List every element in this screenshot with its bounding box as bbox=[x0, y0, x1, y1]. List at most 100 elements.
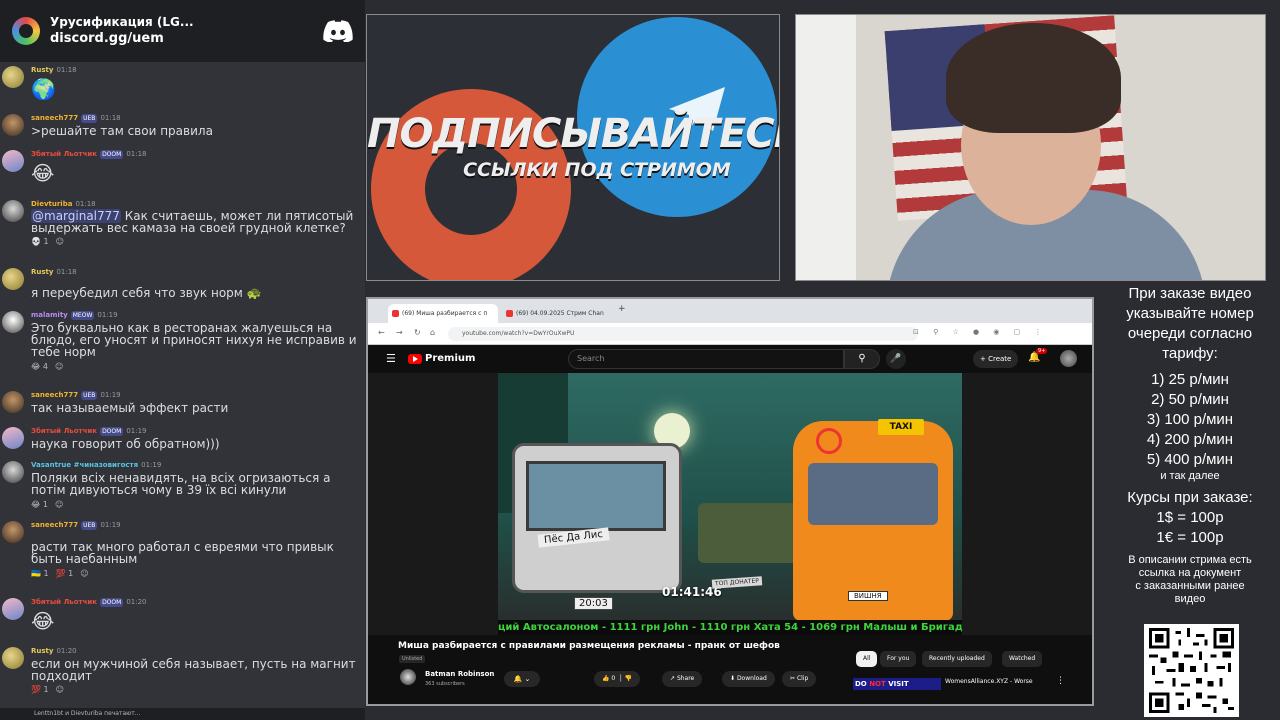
message-text: я переубедил себя что звук норм 🐢 bbox=[31, 286, 262, 300]
username[interactable]: Dievturiba bbox=[31, 200, 72, 208]
tariff-etc: и так далее bbox=[1160, 470, 1220, 482]
search-icon[interactable]: ⚲ bbox=[844, 349, 880, 369]
share-label: Share bbox=[676, 675, 695, 682]
video-title: Миша разбирается с правилами размещения … bbox=[398, 641, 780, 651]
course-line: 1€ = 100р bbox=[1156, 529, 1224, 546]
webcam-feed bbox=[795, 14, 1266, 281]
recommended-video-title[interactable]: WomensAlliance.XYZ - Worse bbox=[945, 678, 1033, 685]
username[interactable]: saneech777 bbox=[31, 521, 78, 529]
menu-icon[interactable]: ☰ bbox=[386, 352, 396, 365]
browser-tab-active[interactable]: (69) Миша разбирается с п bbox=[388, 304, 498, 323]
username[interactable]: Збитый Льотчик bbox=[31, 150, 97, 158]
avatar[interactable] bbox=[2, 427, 24, 449]
back-icon[interactable]: ← bbox=[378, 328, 385, 337]
chip-for-you[interactable]: For you bbox=[880, 651, 917, 667]
avatar[interactable] bbox=[2, 391, 24, 413]
microphone-icon[interactable]: 🎤 bbox=[886, 349, 906, 369]
avatar[interactable] bbox=[2, 598, 24, 620]
reaction-button[interactable]: 🇺🇦 1 bbox=[31, 569, 49, 578]
username[interactable]: saneech777 bbox=[31, 114, 78, 122]
timestamp: 01:19 bbox=[100, 521, 121, 529]
add-reaction-icon[interactable]: ☺ bbox=[55, 362, 63, 371]
forward-icon[interactable]: → bbox=[396, 328, 403, 337]
ad-text-visit: VISIT bbox=[885, 680, 909, 688]
timestamp: 01:19 bbox=[141, 461, 162, 469]
chip-watched[interactable]: Watched bbox=[1002, 651, 1043, 667]
add-reaction-icon[interactable]: ☺ bbox=[56, 237, 64, 246]
qr-code-icon bbox=[1149, 628, 1234, 713]
address-bar[interactable]: youtube.com/watch?v=DwYrOuXwPU bbox=[448, 327, 918, 341]
timestamp: 01:19 bbox=[126, 427, 147, 435]
reload-icon[interactable]: ↻ bbox=[414, 328, 421, 337]
download-button[interactable]: ⬇ Download bbox=[722, 671, 775, 687]
clip-button[interactable]: ✂ Clip bbox=[782, 671, 817, 687]
account-avatar[interactable] bbox=[1060, 350, 1077, 367]
avatar[interactable] bbox=[2, 200, 24, 222]
play-icon bbox=[413, 356, 418, 362]
message-text: Это буквально как в ресторанах жалуешься… bbox=[31, 321, 361, 359]
tariff-line: 5) 400 р/мин bbox=[1146, 451, 1234, 468]
avatar[interactable] bbox=[2, 66, 24, 88]
courses-heading: Курсы при заказе: bbox=[1127, 489, 1253, 506]
username[interactable]: Rusty bbox=[31, 647, 53, 655]
timestamp: 01:19 bbox=[100, 391, 121, 399]
reaction-button[interactable]: 💯 1 bbox=[31, 685, 49, 694]
ad-thumbnail[interactable]: DO NOT VISIT bbox=[853, 678, 941, 690]
username[interactable]: saneech777 bbox=[31, 391, 78, 399]
description-line: В описании стрима есть bbox=[1128, 554, 1252, 566]
avatar[interactable] bbox=[2, 647, 24, 669]
subscribe-promo-banner: ПОДПИСЫВАЙТЕСЬ ССЫЛКИ ПОД СТРИМОМ bbox=[366, 14, 780, 281]
avatar[interactable] bbox=[2, 521, 24, 543]
add-reaction-icon[interactable]: ☺ bbox=[80, 569, 88, 578]
video-frame[interactable]: TAXI Пёс Да Лис 20:03 01:41:46 ТОП ДОНАТ… bbox=[498, 373, 962, 635]
server-invite-link[interactable]: discord.gg/uem bbox=[50, 30, 323, 47]
reaction-button[interactable]: 💯 1 bbox=[56, 569, 74, 578]
avatar[interactable] bbox=[2, 268, 24, 290]
taxi-van-window bbox=[808, 463, 938, 525]
reaction-button[interactable]: 💀 1 bbox=[31, 237, 49, 246]
username[interactable]: Rusty bbox=[31, 66, 53, 74]
avatar[interactable] bbox=[2, 461, 24, 483]
typing-indicator: Lenttn1bt и Dievturiba печатают... bbox=[0, 708, 365, 720]
timestamp: 01:20 bbox=[56, 647, 77, 655]
search-input[interactable]: Search bbox=[568, 349, 844, 369]
stream-layout: Урусификация (LG... discord.gg/uem Rusty… bbox=[0, 0, 1280, 720]
add-reaction-icon[interactable]: ☺ bbox=[56, 685, 64, 694]
username[interactable]: Збитый Льотчик bbox=[31, 598, 97, 606]
add-reaction-icon[interactable]: ☺ bbox=[55, 500, 63, 509]
youtube-premium-label[interactable]: Premium bbox=[425, 353, 475, 364]
username[interactable]: Vasantrue #чиназовигостя bbox=[31, 461, 138, 469]
more-options-icon[interactable]: ⋮ bbox=[1056, 676, 1065, 686]
username[interactable]: Rusty bbox=[31, 268, 53, 276]
reaction-button[interactable]: 😂 1 bbox=[31, 500, 48, 509]
username[interactable]: malamity bbox=[31, 311, 68, 319]
chip-recently-uploaded[interactable]: Recently uploaded bbox=[922, 651, 992, 667]
description-line: ссылка на документ bbox=[1138, 567, 1242, 579]
message-text: если он мужчиной себя называет, пусть на… bbox=[31, 657, 360, 683]
timestamp: 01:20 bbox=[126, 598, 147, 606]
avatar[interactable] bbox=[2, 311, 24, 333]
username[interactable]: Збитый Льотчик bbox=[31, 427, 97, 435]
reaction-button[interactable]: 😂 4 bbox=[31, 362, 48, 371]
create-button[interactable]: + Create bbox=[973, 350, 1019, 368]
subscribe-bell-button[interactable]: 🔔 ⌄ bbox=[504, 671, 540, 687]
promo-title: ПОДПИСЫВАЙТЕСЬ bbox=[367, 111, 780, 157]
share-button[interactable]: ↗ Share bbox=[662, 671, 703, 687]
tariff-line: 4) 200 р/мин bbox=[1146, 431, 1234, 448]
message-text: так называемый эффект расти bbox=[31, 401, 229, 415]
chip-all[interactable]: All bbox=[856, 651, 878, 667]
browser-tab[interactable]: (69) 04.09.2025 Стрим Chan bbox=[502, 304, 612, 323]
avatar[interactable] bbox=[2, 150, 24, 172]
channel-name[interactable]: Batman Robinson bbox=[425, 670, 494, 678]
like-button[interactable]: 👍 0 │ 👎 bbox=[594, 671, 641, 687]
avatar[interactable] bbox=[2, 114, 24, 136]
tariff-line: 2) 50 р/мин bbox=[1151, 391, 1229, 408]
tariff-line: 1) 25 р/мин bbox=[1151, 371, 1229, 388]
channel-avatar[interactable] bbox=[400, 669, 416, 685]
extension-icons[interactable]: ⊡ ⚲ ☆ ● ◉ ▢ ⋮ bbox=[913, 328, 1047, 336]
new-tab-icon[interactable]: + bbox=[618, 304, 626, 314]
server-icon[interactable] bbox=[12, 17, 40, 45]
home-icon[interactable]: ⌂ bbox=[430, 328, 435, 337]
youtube-favicon-icon bbox=[392, 310, 399, 317]
info-line: очереди согласно bbox=[1127, 325, 1253, 342]
